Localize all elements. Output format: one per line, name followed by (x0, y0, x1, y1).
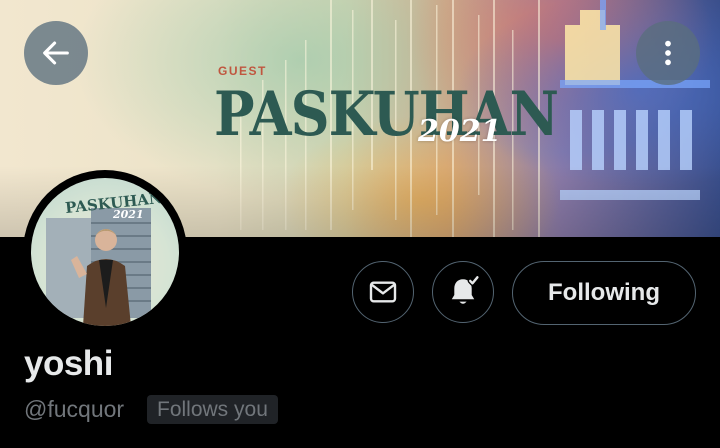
bell-check-icon (451, 274, 480, 304)
avatar[interactable]: PASKUHAN 2021 (31, 178, 179, 326)
following-button[interactable]: Following (512, 261, 696, 325)
back-button[interactable] (24, 21, 88, 85)
avatar-banner-year: 2021 (113, 208, 144, 221)
arrow-left-icon (43, 41, 69, 65)
banner-title: PASKUHAN (214, 78, 559, 150)
display-name: yoshi (24, 344, 113, 383)
follows-you-badge: Follows you (147, 395, 278, 424)
mail-icon (369, 281, 397, 303)
user-handle: @fucquor (24, 396, 125, 422)
more-options-button[interactable] (636, 21, 700, 85)
notifications-button[interactable] (432, 261, 494, 323)
message-button[interactable] (352, 261, 414, 323)
more-vertical-icon (665, 40, 671, 66)
banner-year: 2021 (418, 114, 502, 149)
banner-guest-label: GUEST (218, 64, 267, 78)
